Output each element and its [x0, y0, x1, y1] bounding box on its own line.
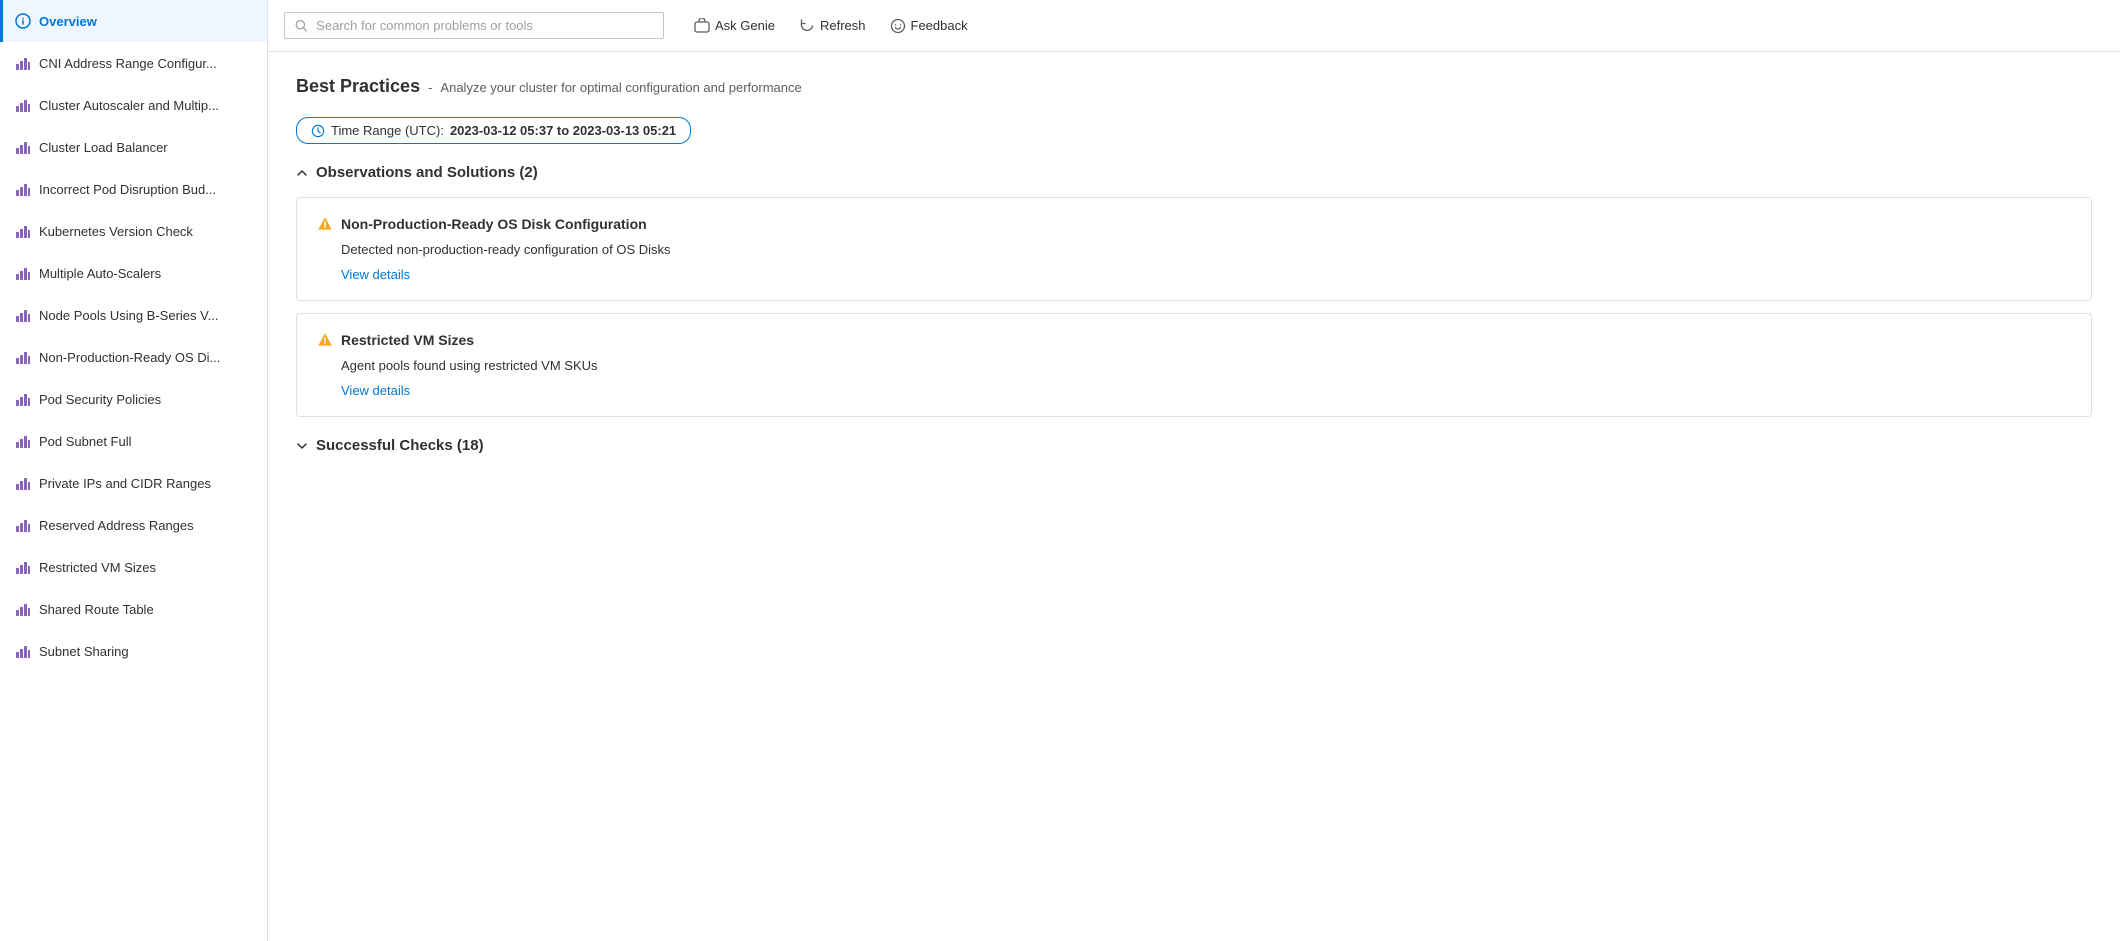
sidebar-item-pod-disruption[interactable]: Incorrect Pod Disruption Bud...: [0, 168, 267, 210]
card-header: Restricted VM Sizes: [317, 332, 2071, 348]
info-icon: [15, 13, 31, 29]
sidebar-item-autoscaler[interactable]: Cluster Autoscaler and Multip...: [0, 84, 267, 126]
sidebar-label-multi-autoscalers: Multiple Auto-Scalers: [39, 266, 161, 281]
sidebar-label-private-ips: Private IPs and CIDR Ranges: [39, 476, 211, 491]
main-content: Ask Genie Refresh Feedback: [268, 0, 2120, 941]
sidebar-item-non-prod-os[interactable]: Non-Production-Ready OS Di...: [0, 336, 267, 378]
card-title: Non-Production-Ready OS Disk Configurati…: [341, 216, 647, 232]
time-range-value: 2023-03-12 05:37 to 2023-03-13 05:21: [450, 123, 676, 138]
successful-title: Successful Checks (18): [316, 437, 484, 454]
sidebar-item-cni[interactable]: CNI Address Range Configur...: [0, 42, 267, 84]
view-details-link[interactable]: View details: [341, 267, 410, 282]
bar-chart-icon: [15, 55, 31, 71]
bar-chart-icon: [15, 559, 31, 575]
successful-section-header[interactable]: Successful Checks (18): [296, 437, 2092, 454]
sidebar-label-shared-route: Shared Route Table: [39, 602, 154, 617]
bar-chart-icon: [15, 643, 31, 659]
sidebar-item-node-pools[interactable]: Node Pools Using B-Series V...: [0, 294, 267, 336]
sidebar-label-pod-security: Pod Security Policies: [39, 392, 161, 407]
sidebar: Overview CNI Address Range Configur... C…: [0, 0, 268, 941]
sidebar-label-reserved-addr: Reserved Address Ranges: [39, 518, 194, 533]
content-area: Best Practices - Analyze your cluster fo…: [268, 52, 2120, 941]
card-restricted-vm-card: Restricted VM Sizes Agent pools found us…: [296, 313, 2092, 417]
sidebar-item-pod-security[interactable]: Pod Security Policies: [0, 378, 267, 420]
sidebar-item-private-ips[interactable]: Private IPs and CIDR Ranges: [0, 462, 267, 504]
bar-chart-icon: [15, 307, 31, 323]
ask-genie-label: Ask Genie: [715, 18, 775, 33]
refresh-label: Refresh: [820, 18, 866, 33]
search-icon: [295, 19, 308, 33]
sidebar-item-overview[interactable]: Overview: [0, 0, 267, 42]
sidebar-label-cni: CNI Address Range Configur...: [39, 56, 217, 71]
search-input[interactable]: [316, 18, 653, 33]
bar-chart-icon: [15, 475, 31, 491]
bar-chart-icon: [15, 433, 31, 449]
observations-title: Observations and Solutions (2): [316, 164, 538, 181]
bar-chart-icon: [15, 223, 31, 239]
bar-chart-icon: [15, 265, 31, 281]
bar-chart-icon: [15, 517, 31, 533]
sidebar-label-load-balancer: Cluster Load Balancer: [39, 140, 168, 155]
card-header: Non-Production-Ready OS Disk Configurati…: [317, 216, 2071, 232]
page-header: Best Practices - Analyze your cluster fo…: [296, 76, 2092, 101]
topbar: Ask Genie Refresh Feedback: [268, 0, 2120, 52]
warning-icon: [317, 216, 333, 232]
bar-chart-icon: [15, 139, 31, 155]
refresh-icon: [799, 18, 815, 34]
sidebar-item-shared-route[interactable]: Shared Route Table: [0, 588, 267, 630]
time-range-label: Time Range (UTC):: [331, 123, 444, 138]
sidebar-label-subnet-sharing: Subnet Sharing: [39, 644, 129, 659]
sidebar-item-reserved-addr[interactable]: Reserved Address Ranges: [0, 504, 267, 546]
genie-icon: [694, 18, 710, 34]
card-description: Detected non-production-ready configurat…: [341, 242, 2071, 257]
sidebar-item-load-balancer[interactable]: Cluster Load Balancer: [0, 126, 267, 168]
sidebar-item-k8s-version[interactable]: Kubernetes Version Check: [0, 210, 267, 252]
sidebar-label-pod-disruption: Incorrect Pod Disruption Bud...: [39, 182, 216, 197]
sidebar-label-k8s-version: Kubernetes Version Check: [39, 224, 193, 239]
card-description: Agent pools found using restricted VM SK…: [341, 358, 2071, 373]
feedback-label: Feedback: [911, 18, 968, 33]
observation-cards: Non-Production-Ready OS Disk Configurati…: [296, 197, 2092, 417]
bar-chart-icon: [15, 97, 31, 113]
sidebar-label-node-pools: Node Pools Using B-Series V...: [39, 308, 218, 323]
sidebar-item-restricted-vm[interactable]: Restricted VM Sizes: [0, 546, 267, 588]
card-title: Restricted VM Sizes: [341, 332, 474, 348]
chevron-down-icon: [296, 440, 308, 452]
sidebar-item-pod-subnet[interactable]: Pod Subnet Full: [0, 420, 267, 462]
bar-chart-icon: [15, 349, 31, 365]
bar-chart-icon: [15, 601, 31, 617]
feedback-button[interactable]: Feedback: [880, 12, 978, 40]
feedback-icon: [890, 18, 906, 34]
view-details-link[interactable]: View details: [341, 383, 410, 398]
sidebar-item-multi-autoscalers[interactable]: Multiple Auto-Scalers: [0, 252, 267, 294]
sidebar-label-restricted-vm: Restricted VM Sizes: [39, 560, 156, 575]
topbar-actions: Ask Genie Refresh Feedback: [684, 12, 978, 40]
bar-chart-icon: [15, 181, 31, 197]
observations-section-header[interactable]: Observations and Solutions (2): [296, 164, 2092, 181]
search-box[interactable]: [284, 12, 664, 39]
chevron-up-icon: [296, 167, 308, 179]
clock-icon: [311, 124, 325, 138]
card-non-prod-os-card: Non-Production-Ready OS Disk Configurati…: [296, 197, 2092, 301]
page-subtitle: Analyze your cluster for optimal configu…: [440, 80, 801, 95]
sidebar-label-pod-subnet: Pod Subnet Full: [39, 434, 132, 449]
sidebar-item-subnet-sharing[interactable]: Subnet Sharing: [0, 630, 267, 672]
page-title: Best Practices: [296, 76, 420, 97]
sidebar-label-non-prod-os: Non-Production-Ready OS Di...: [39, 350, 220, 365]
warning-icon: [317, 332, 333, 348]
successful-section: Successful Checks (18): [296, 437, 2092, 454]
ask-genie-button[interactable]: Ask Genie: [684, 12, 785, 40]
time-range-button[interactable]: Time Range (UTC): 2023-03-12 05:37 to 20…: [296, 117, 691, 144]
refresh-button[interactable]: Refresh: [789, 12, 876, 40]
sidebar-label-overview: Overview: [39, 14, 97, 29]
sidebar-label-autoscaler: Cluster Autoscaler and Multip...: [39, 98, 219, 113]
bar-chart-icon: [15, 391, 31, 407]
